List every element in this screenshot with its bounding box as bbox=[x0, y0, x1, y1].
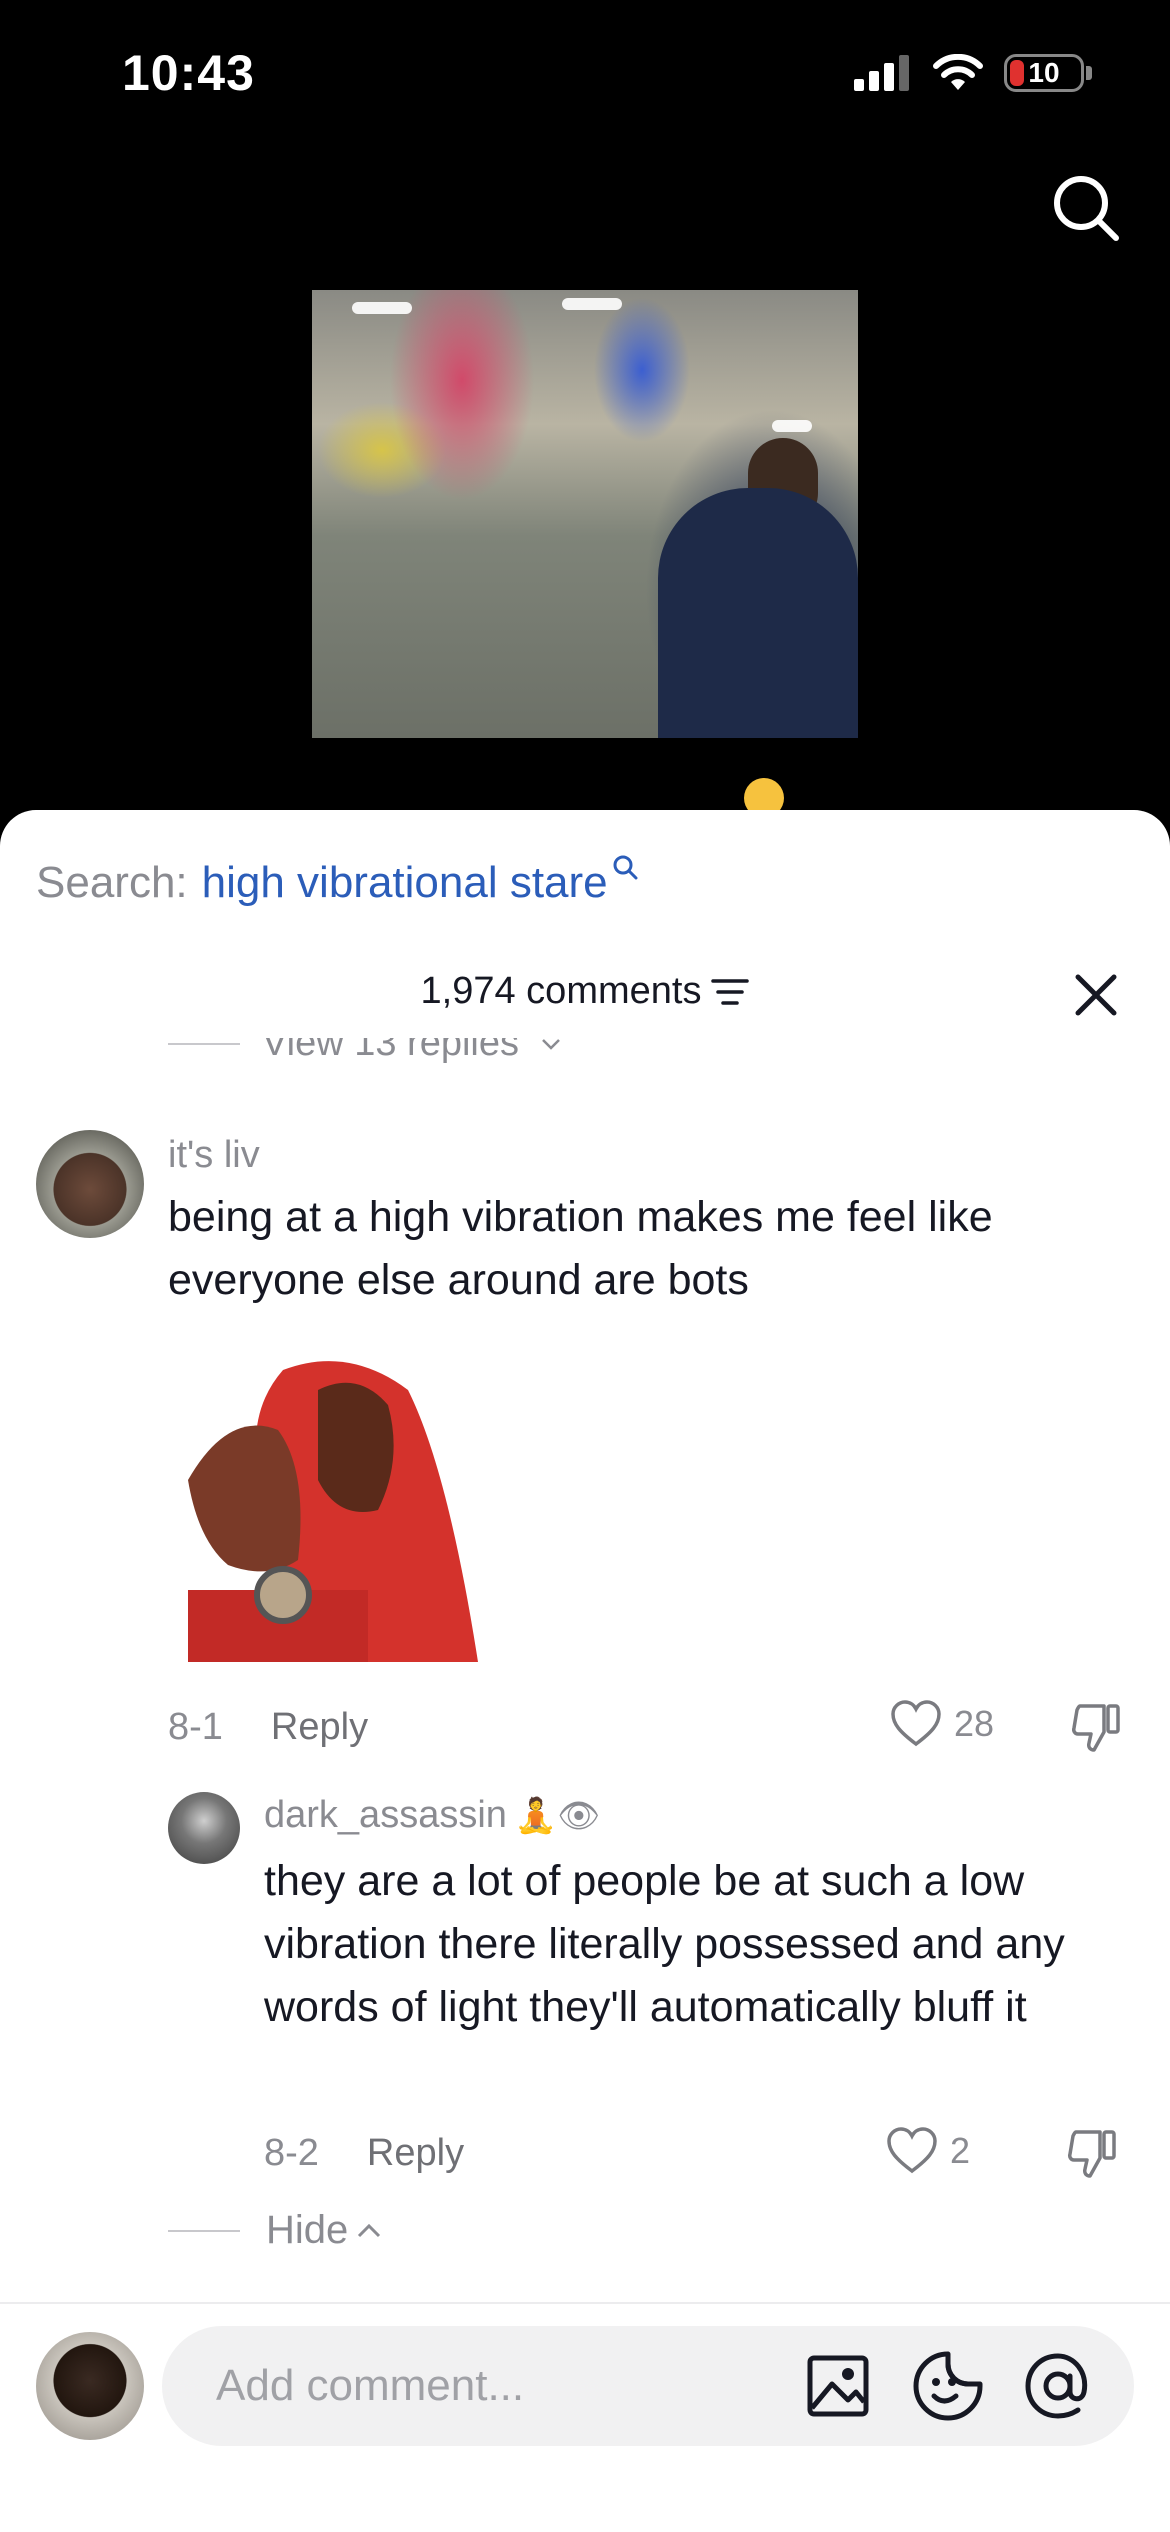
comment-meta: 8-2 Reply bbox=[264, 2132, 464, 2175]
battery-indicator: 10 bbox=[1004, 54, 1084, 92]
search-icon bbox=[613, 855, 638, 880]
like-button[interactable]: 28 bbox=[890, 1700, 994, 1748]
comments-header: 1,974 comments bbox=[0, 970, 1170, 1013]
username-emojis: 🧘👁 bbox=[514, 1795, 601, 1836]
comment-username[interactable]: it's liv bbox=[168, 1134, 260, 1177]
close-icon[interactable] bbox=[1074, 973, 1118, 1017]
search-keyword-link[interactable]: high vibrational stare bbox=[202, 858, 608, 908]
comment-composer bbox=[162, 2326, 1134, 2446]
like-button[interactable]: 2 bbox=[886, 2127, 970, 2175]
reply-button[interactable]: Reply bbox=[367, 2132, 464, 2175]
image-icon[interactable] bbox=[800, 2348, 876, 2424]
dislike-icon[interactable] bbox=[1066, 2128, 1118, 2180]
comment-count: 1,974 comments bbox=[420, 970, 702, 1012]
dislike-icon[interactable] bbox=[1070, 1702, 1122, 1754]
reply-username-row[interactable]: dark_assassin 🧘👁 bbox=[264, 1794, 600, 1837]
search-suggestion[interactable]: Search: high vibrational stare bbox=[36, 855, 638, 908]
comment-date: 8-2 bbox=[264, 2132, 319, 2174]
my-avatar bbox=[36, 2332, 144, 2440]
chevron-down-icon bbox=[542, 1038, 560, 1050]
cellular-signal-icon bbox=[854, 55, 909, 91]
wifi-icon bbox=[933, 54, 983, 90]
battery-level: 10 bbox=[1028, 57, 1060, 88]
comment-input[interactable] bbox=[214, 2360, 738, 2412]
comment-text: being at a high vibration makes me feel … bbox=[168, 1193, 993, 1304]
comment-username: dark_assassin bbox=[264, 1794, 507, 1836]
sort-icon[interactable] bbox=[711, 977, 750, 1007]
like-count: 2 bbox=[950, 2130, 971, 2171]
like-count: 28 bbox=[954, 1703, 995, 1744]
reply-button[interactable]: Reply bbox=[271, 1706, 368, 1749]
search-icon[interactable] bbox=[1050, 172, 1122, 244]
mention-icon[interactable] bbox=[1020, 2348, 1096, 2424]
comment-text: they are a lot of people be at such a lo… bbox=[264, 1857, 1065, 2031]
video-player[interactable] bbox=[312, 290, 858, 738]
heart-icon[interactable] bbox=[886, 2127, 938, 2175]
avatar[interactable] bbox=[36, 1130, 144, 1238]
sticker-icon[interactable] bbox=[910, 2348, 986, 2424]
heart-icon[interactable] bbox=[890, 1700, 942, 1748]
comment-meta: 8-1 Reply bbox=[168, 1706, 368, 1749]
comment-date: 8-1 bbox=[168, 1706, 223, 1748]
composer-divider bbox=[0, 2302, 1170, 2304]
comment-sticker-image[interactable] bbox=[188, 1350, 500, 1662]
chevron-up-icon bbox=[358, 2223, 381, 2237]
status-icons: 10 bbox=[854, 54, 1092, 92]
hide-label: Hide bbox=[266, 2208, 349, 2252]
comments-sheet bbox=[0, 810, 1170, 2532]
avatar[interactable] bbox=[168, 1792, 240, 1864]
hide-replies-link[interactable]: Hide bbox=[168, 2208, 382, 2253]
search-label: Search: bbox=[36, 858, 188, 907]
status-time: 10:43 bbox=[122, 45, 255, 101]
